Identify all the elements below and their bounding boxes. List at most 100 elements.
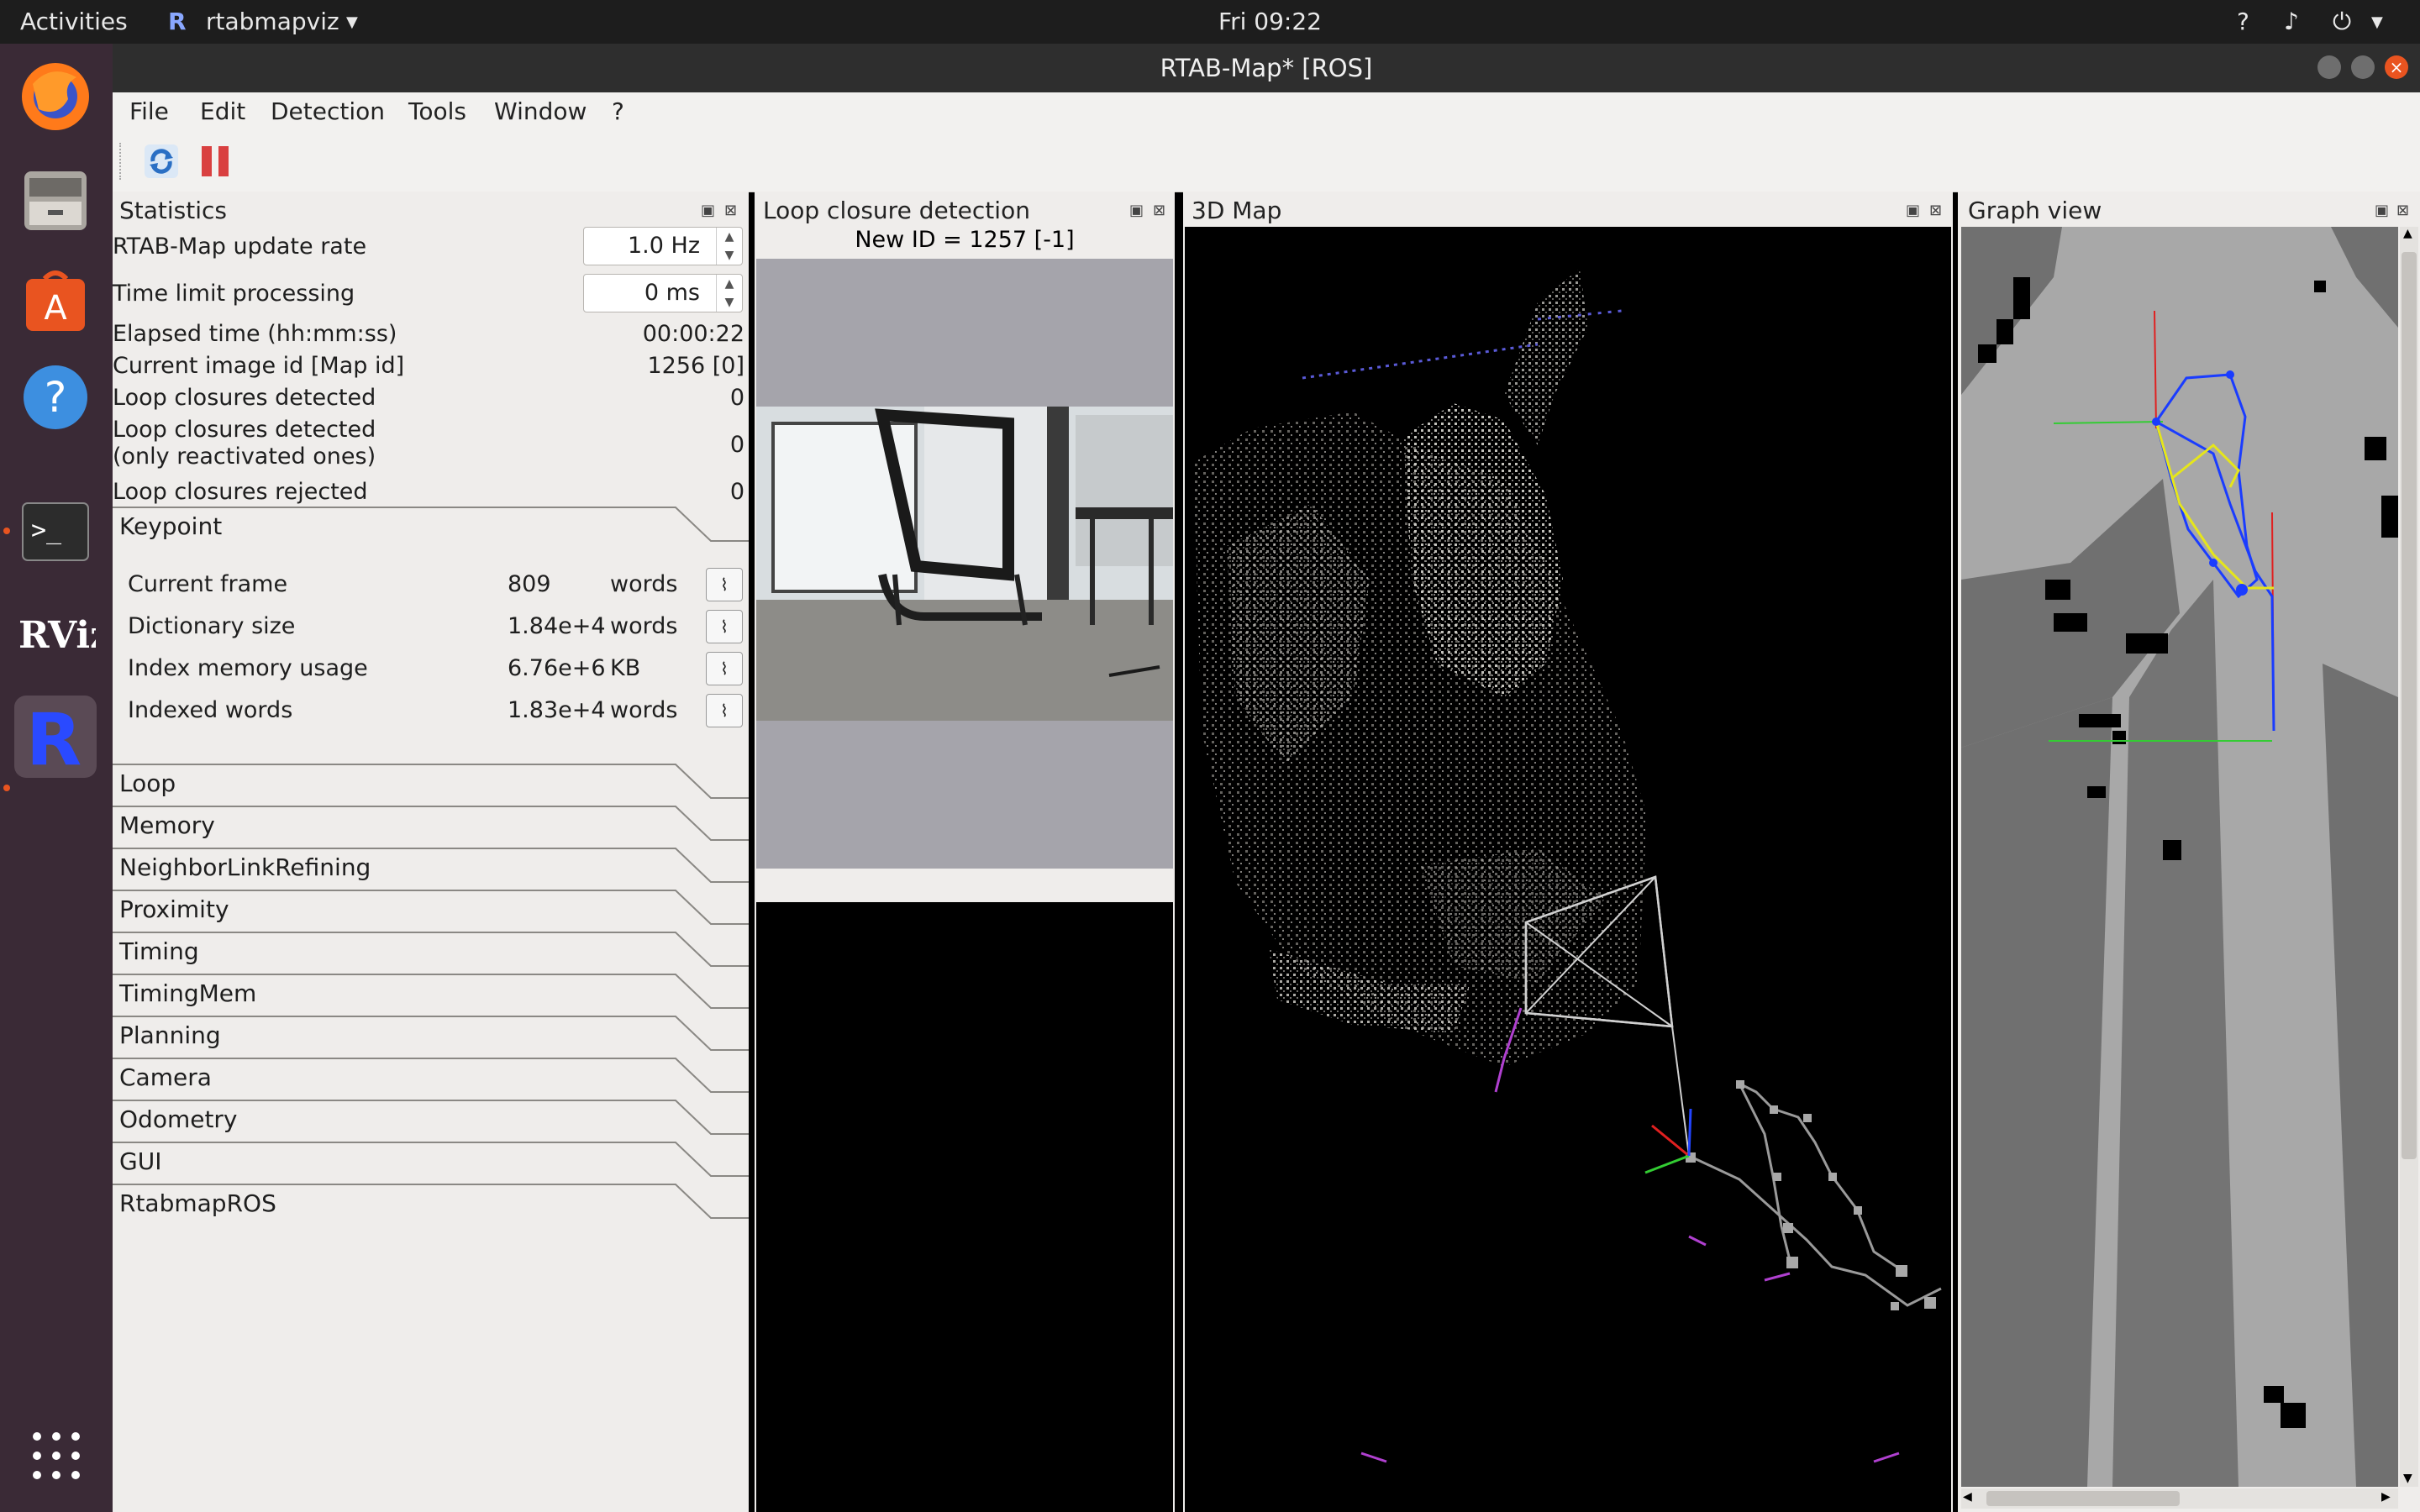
window-title: RTAB-Map* [ROS] (1160, 54, 1373, 82)
group-memory[interactable]: Memory (113, 805, 749, 847)
group-keypoint[interactable]: Keypoint (113, 506, 749, 548)
group-gui[interactable]: GUI (113, 1141, 749, 1183)
new-image-view[interactable] (756, 259, 1173, 869)
scrollbar-thumb[interactable] (1986, 1491, 2180, 1506)
spin-arrows-icon[interactable]: ▲ ▼ (716, 228, 742, 265)
stat-value: 00:00:22 (642, 321, 744, 347)
terminal-icon[interactable]: >_ (14, 491, 97, 573)
statistics-panel: Statistics ▣ ⊠ RTAB-Map update rate 1.0 … (113, 192, 749, 1512)
group-planning[interactable]: Planning (113, 1015, 749, 1057)
point-cloud-render (1193, 269, 1942, 1463)
plot-icon[interactable]: ⌇ (706, 610, 743, 643)
running-indicator (3, 785, 10, 791)
group-keypoint-label: Keypoint (119, 512, 223, 540)
rtabmap-dock-icon[interactable]: R (14, 696, 97, 778)
clock[interactable]: Fri 09:22 (1218, 8, 1322, 35)
dock-float-icon[interactable]: ▣ (1129, 202, 1144, 219)
keypoint-label: Dictionary size (128, 613, 296, 639)
dock-float-icon[interactable]: ▣ (701, 202, 715, 219)
show-applications-icon[interactable] (30, 1430, 82, 1485)
update-rate-label: RTAB-Map update rate (113, 234, 367, 260)
stat-value: 0 (729, 432, 744, 458)
menu-file[interactable]: File (129, 97, 169, 125)
keypoint-value: 1.83e+4 (508, 697, 606, 723)
menu-window[interactable]: Window (494, 97, 587, 125)
group-label: RtabmapROS (119, 1189, 276, 1217)
refresh-icon[interactable] (143, 143, 180, 183)
graph-view-viewport[interactable] (1961, 227, 2398, 1487)
group-proximity[interactable]: Proximity (113, 889, 749, 931)
dock-float-icon[interactable]: ▣ (1906, 202, 1920, 219)
stat-label: Elapsed time (hh:mm:ss) (113, 321, 397, 347)
keypoint-label: Current frame (128, 571, 288, 597)
stat-label: Current image id [Map id] (113, 353, 405, 379)
time-limit-spinbox[interactable]: 0 ms ▲ ▼ (583, 274, 743, 312)
scroll-up-icon[interactable]: ▲ (2403, 227, 2412, 240)
maximize-icon[interactable] (2351, 55, 2375, 79)
accessibility-icon[interactable]: ? (2237, 8, 2249, 35)
top-bar: Activities R rtabmapviz ▼ Fri 09:22 ? ♪ … (0, 0, 2420, 44)
files-icon[interactable] (14, 158, 97, 240)
group-label: Odometry (119, 1105, 238, 1133)
group-timing[interactable]: Timing (113, 931, 749, 973)
activities-button[interactable]: Activities (20, 8, 128, 35)
stat-label: Loop closures detected (113, 417, 376, 443)
firefox-icon[interactable] (14, 55, 97, 138)
group-rtabmapros[interactable]: RtabmapROS (113, 1183, 749, 1225)
group-loop[interactable]: Loop (113, 763, 749, 805)
system-menu-chevron-icon[interactable]: ▼ (2371, 13, 2383, 31)
group-timingmem[interactable]: TimingMem (113, 973, 749, 1015)
stat-label-secondary: (only reactivated ones) (113, 444, 376, 470)
dock-close-icon[interactable]: ⊠ (1929, 202, 1942, 219)
stat-value: 0 (729, 385, 744, 411)
close-icon[interactable]: × (2385, 55, 2408, 79)
group-camera[interactable]: Camera (113, 1057, 749, 1099)
keypoint-unit: KB (610, 655, 641, 681)
pause-icon[interactable] (197, 143, 234, 183)
group-label: Timing (119, 937, 199, 965)
map-3d-panel: 3D Map ▣ ⊠ (1183, 192, 1953, 1512)
group-neighborlinkrefining[interactable]: NeighborLinkRefining (113, 847, 749, 889)
help-icon[interactable]: ? (14, 356, 97, 438)
dock-close-icon[interactable]: ⊠ (2396, 202, 2409, 219)
keypoint-value: 809 (508, 571, 551, 597)
loop-closure-panel: Loop closure detection ▣ ⊠ New ID = 1257… (755, 192, 1175, 1512)
vertical-scrollbar[interactable]: ▲ ▼ (2400, 227, 2418, 1487)
keypoint-row: Current frame 809 words ⌇ (128, 566, 750, 603)
horizontal-scrollbar[interactable]: ◀ ▶ (1961, 1488, 2398, 1509)
rviz-icon[interactable]: RViz (14, 593, 97, 675)
keypoint-label: Index memory usage (128, 655, 368, 681)
scroll-down-icon[interactable]: ▼ (2403, 1472, 2412, 1485)
graph-view-title: Graph view (1968, 197, 2102, 224)
menu-tools[interactable]: Tools (408, 97, 466, 125)
map-3d-title: 3D Map (1192, 197, 1282, 224)
window-titlebar[interactable]: RTAB-Map* [ROS] × (113, 44, 2420, 92)
software-center-icon[interactable]: A (14, 259, 97, 341)
volume-icon[interactable]: ♪ (2284, 8, 2299, 35)
scrollbar-thumb[interactable] (2402, 252, 2417, 1159)
dock-float-icon[interactable]: ▣ (2375, 202, 2389, 219)
plot-icon[interactable]: ⌇ (706, 652, 743, 685)
dock-close-icon[interactable]: ⊠ (1153, 202, 1165, 219)
running-indicator (3, 528, 10, 534)
plot-icon[interactable]: ⌇ (706, 694, 743, 727)
toolbar-handle[interactable] (119, 143, 124, 180)
app-menu-button[interactable]: rtabmapviz (206, 8, 339, 35)
plot-icon[interactable]: ⌇ (706, 568, 743, 601)
stat-label: Loop closures detected (113, 385, 376, 411)
map-3d-viewport[interactable] (1185, 227, 1951, 1512)
spin-arrows-icon[interactable]: ▲ ▼ (716, 275, 742, 312)
loop-closure-image-view[interactable] (756, 902, 1173, 1512)
menu-detection[interactable]: Detection (271, 97, 385, 125)
group-odometry[interactable]: Odometry (113, 1099, 749, 1141)
rtabmap-app-icon: R (168, 8, 187, 35)
update-rate-spinbox[interactable]: 1.0 Hz ▲ ▼ (583, 227, 743, 265)
graph-view-panel: Graph view ▣ ⊠ ▲ ▼ ◀ ▶ (1958, 192, 2420, 1512)
scroll-right-icon[interactable]: ▶ (2381, 1490, 2391, 1504)
dock-close-icon[interactable]: ⊠ (724, 202, 737, 219)
power-icon[interactable]: ⏻ (2333, 8, 2351, 36)
menu-help[interactable]: ? (612, 97, 624, 125)
scroll-left-icon[interactable]: ◀ (1963, 1490, 1972, 1504)
minimize-icon[interactable] (2317, 55, 2341, 79)
menu-edit[interactable]: Edit (200, 97, 245, 125)
